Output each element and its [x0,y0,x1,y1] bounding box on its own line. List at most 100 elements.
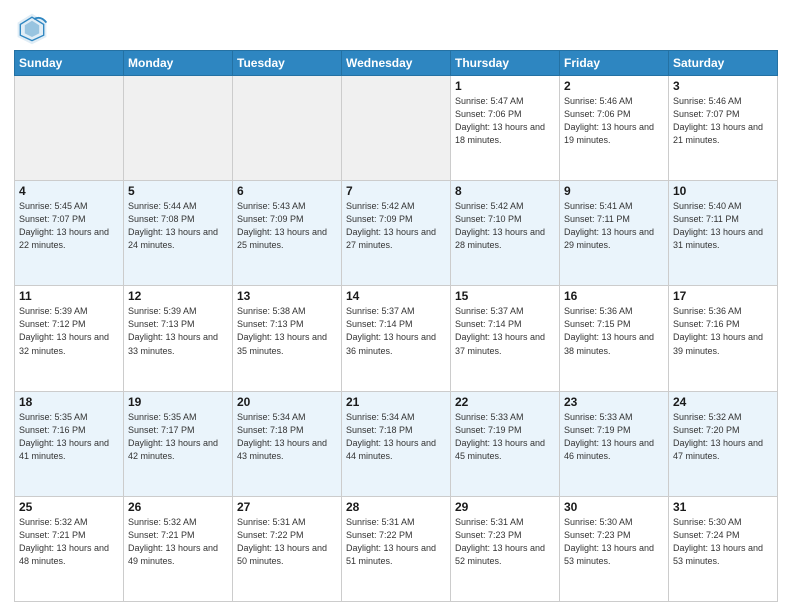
day-number: 8 [455,184,555,198]
calendar-cell: 3Sunrise: 5:46 AM Sunset: 7:07 PM Daylig… [669,76,778,181]
day-info: Sunrise: 5:32 AM Sunset: 7:21 PM Dayligh… [19,516,119,568]
calendar-week-row: 25Sunrise: 5:32 AM Sunset: 7:21 PM Dayli… [15,496,778,601]
day-number: 18 [19,395,119,409]
calendar-cell: 22Sunrise: 5:33 AM Sunset: 7:19 PM Dayli… [451,391,560,496]
day-number: 21 [346,395,446,409]
calendar-cell: 4 Sunrise: 5:45 AM Sunset: 7:07 PM Daylig… [15,181,124,286]
calendar-week-row: 11 Sunrise: 5:39 AM Sunset: 7:12 PM Dayli… [15,286,778,391]
day-info: Sunrise: 5:31 AM Sunset: 7:22 PM Dayligh… [346,516,446,568]
logo [14,10,54,46]
day-number: 7 [346,184,446,198]
calendar-cell [124,76,233,181]
calendar-cell: 2 Sunrise: 5:46 AM Sunset: 7:06 PM Daylig… [560,76,669,181]
day-number: 12 [128,289,228,303]
calendar-cell: 14Sunrise: 5:37 AM Sunset: 7:14 PM Dayli… [342,286,451,391]
day-info: Sunrise: 5:47 AM Sunset: 7:06 PM Dayligh… [455,95,555,147]
calendar-cell [15,76,124,181]
day-number: 22 [455,395,555,409]
day-info: Sunrise: 5:31 AM Sunset: 7:23 PM Dayligh… [455,516,555,568]
day-info: Sunrise: 5:32 AM Sunset: 7:21 PM Dayligh… [128,516,228,568]
day-info: Sunrise: 5:36 AM Sunset: 7:16 PM Dayligh… [673,305,773,357]
day-number: 24 [673,395,773,409]
calendar-cell: 9 Sunrise: 5:41 AM Sunset: 7:11 PM Daylig… [560,181,669,286]
day-info: Sunrise: 5:31 AM Sunset: 7:22 PM Dayligh… [237,516,337,568]
calendar-cell: 7Sunrise: 5:42 AM Sunset: 7:09 PM Daylig… [342,181,451,286]
day-info: Sunrise: 5:37 AM Sunset: 7:14 PM Dayligh… [346,305,446,357]
calendar-cell [342,76,451,181]
header [14,10,778,46]
calendar-cell: 18 Sunrise: 5:35 AM Sunset: 7:16 PM Dayli… [15,391,124,496]
logo-icon [14,10,50,46]
calendar-cell: 30 Sunrise: 5:30 AM Sunset: 7:23 PM Dayli… [560,496,669,601]
calendar-week-row: 4 Sunrise: 5:45 AM Sunset: 7:07 PM Daylig… [15,181,778,286]
day-number: 19 [128,395,228,409]
weekday-header: Wednesday [342,51,451,76]
day-number: 4 [19,184,119,198]
day-info: Sunrise: 5:40 AM Sunset: 7:11 PM Dayligh… [673,200,773,252]
day-number: 17 [673,289,773,303]
calendar-cell: 19 Sunrise: 5:35 AM Sunset: 7:17 PM Dayli… [124,391,233,496]
day-number: 2 [564,79,664,93]
day-number: 28 [346,500,446,514]
day-number: 15 [455,289,555,303]
calendar-table: SundayMondayTuesdayWednesdayThursdayFrid… [14,50,778,602]
day-number: 16 [564,289,664,303]
day-info: Sunrise: 5:34 AM Sunset: 7:18 PM Dayligh… [346,411,446,463]
day-info: Sunrise: 5:44 AM Sunset: 7:08 PM Dayligh… [128,200,228,252]
weekday-header: Saturday [669,51,778,76]
calendar-cell: 20 Sunrise: 5:34 AM Sunset: 7:18 PM Dayli… [233,391,342,496]
calendar-cell: 21 Sunrise: 5:34 AM Sunset: 7:18 PM Dayli… [342,391,451,496]
page: SundayMondayTuesdayWednesdayThursdayFrid… [0,0,792,612]
calendar-cell: 28 Sunrise: 5:31 AM Sunset: 7:22 PM Dayli… [342,496,451,601]
calendar-cell: 31 Sunrise: 5:30 AM Sunset: 7:24 PM Dayli… [669,496,778,601]
day-info: Sunrise: 5:35 AM Sunset: 7:17 PM Dayligh… [128,411,228,463]
day-info: Sunrise: 5:32 AM Sunset: 7:20 PM Dayligh… [673,411,773,463]
day-number: 3 [673,79,773,93]
day-info: Sunrise: 5:37 AM Sunset: 7:14 PM Dayligh… [455,305,555,357]
calendar-cell: 10 Sunrise: 5:40 AM Sunset: 7:11 PM Dayli… [669,181,778,286]
calendar-cell: 6Sunrise: 5:43 AM Sunset: 7:09 PM Daylig… [233,181,342,286]
calendar-cell: 12Sunrise: 5:39 AM Sunset: 7:13 PM Dayli… [124,286,233,391]
calendar-cell: 5Sunrise: 5:44 AM Sunset: 7:08 PM Daylig… [124,181,233,286]
day-number: 11 [19,289,119,303]
calendar-cell: 26 Sunrise: 5:32 AM Sunset: 7:21 PM Dayli… [124,496,233,601]
day-info: Sunrise: 5:35 AM Sunset: 7:16 PM Dayligh… [19,411,119,463]
day-info: Sunrise: 5:46 AM Sunset: 7:06 PM Dayligh… [564,95,664,147]
calendar-cell [233,76,342,181]
day-info: Sunrise: 5:38 AM Sunset: 7:13 PM Dayligh… [237,305,337,357]
calendar-cell: 13Sunrise: 5:38 AM Sunset: 7:13 PM Dayli… [233,286,342,391]
weekday-header: Thursday [451,51,560,76]
weekday-header: Friday [560,51,669,76]
weekday-header: Sunday [15,51,124,76]
day-info: Sunrise: 5:36 AM Sunset: 7:15 PM Dayligh… [564,305,664,357]
day-info: Sunrise: 5:42 AM Sunset: 7:10 PM Dayligh… [455,200,555,252]
day-info: Sunrise: 5:30 AM Sunset: 7:23 PM Dayligh… [564,516,664,568]
day-number: 20 [237,395,337,409]
day-number: 23 [564,395,664,409]
calendar-cell: 29 Sunrise: 5:31 AM Sunset: 7:23 PM Dayli… [451,496,560,601]
day-number: 1 [455,79,555,93]
day-info: Sunrise: 5:39 AM Sunset: 7:12 PM Dayligh… [19,305,119,357]
day-number: 26 [128,500,228,514]
calendar-cell: 24 Sunrise: 5:32 AM Sunset: 7:20 PM Dayli… [669,391,778,496]
day-number: 30 [564,500,664,514]
calendar-header-row: SundayMondayTuesdayWednesdayThursdayFrid… [15,51,778,76]
day-info: Sunrise: 5:43 AM Sunset: 7:09 PM Dayligh… [237,200,337,252]
day-number: 9 [564,184,664,198]
calendar-cell: 17 Sunrise: 5:36 AM Sunset: 7:16 PM Dayli… [669,286,778,391]
day-number: 31 [673,500,773,514]
weekday-header: Monday [124,51,233,76]
calendar-week-row: 1 Sunrise: 5:47 AM Sunset: 7:06 PM Daylig… [15,76,778,181]
calendar-cell: 1 Sunrise: 5:47 AM Sunset: 7:06 PM Daylig… [451,76,560,181]
day-info: Sunrise: 5:45 AM Sunset: 7:07 PM Dayligh… [19,200,119,252]
day-number: 29 [455,500,555,514]
calendar-cell: 25Sunrise: 5:32 AM Sunset: 7:21 PM Dayli… [15,496,124,601]
calendar-cell: 11 Sunrise: 5:39 AM Sunset: 7:12 PM Dayli… [15,286,124,391]
day-info: Sunrise: 5:34 AM Sunset: 7:18 PM Dayligh… [237,411,337,463]
day-info: Sunrise: 5:33 AM Sunset: 7:19 PM Dayligh… [564,411,664,463]
day-info: Sunrise: 5:41 AM Sunset: 7:11 PM Dayligh… [564,200,664,252]
weekday-header: Tuesday [233,51,342,76]
calendar-week-row: 18 Sunrise: 5:35 AM Sunset: 7:16 PM Dayli… [15,391,778,496]
day-info: Sunrise: 5:30 AM Sunset: 7:24 PM Dayligh… [673,516,773,568]
day-number: 10 [673,184,773,198]
